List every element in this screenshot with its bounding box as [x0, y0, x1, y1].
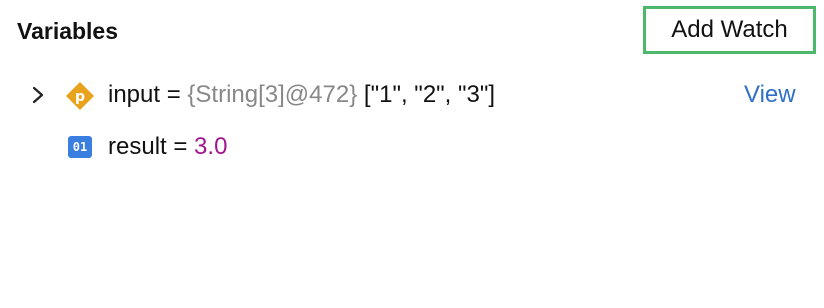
- type-descriptor: {String[3]@472}: [187, 81, 358, 108]
- panel-title: Variables: [17, 18, 119, 44]
- variables-panel: Variables Add Watch p input = {String[3]…: [0, 0, 824, 308]
- parameter-icon: p: [65, 81, 95, 111]
- view-link[interactable]: View: [744, 79, 796, 111]
- variable-name: result: [108, 133, 167, 160]
- variable-value: ["1", "2", "3"]: [363, 81, 496, 108]
- primitive-value-icon: 01: [68, 136, 92, 158]
- panel-header: Variables Add Watch: [0, 0, 824, 62]
- svg-text:p: p: [75, 89, 85, 105]
- variable-value: 3.0: [194, 133, 228, 160]
- equals-sign: =: [166, 81, 181, 108]
- variable-row-input[interactable]: p input = {String[3]@472} ["1", "2", "3"…: [0, 73, 824, 117]
- variable-expression: input = {String[3]@472} ["1", "2", "3"]: [108, 79, 495, 111]
- variable-expression: result = 3.0: [108, 131, 227, 163]
- variable-name: input: [108, 81, 161, 108]
- expand-chevron-icon[interactable]: [28, 85, 48, 105]
- add-watch-button[interactable]: Add Watch: [643, 6, 816, 54]
- variable-row-result[interactable]: 01 result = 3.0: [0, 125, 824, 169]
- equals-sign: =: [173, 133, 188, 160]
